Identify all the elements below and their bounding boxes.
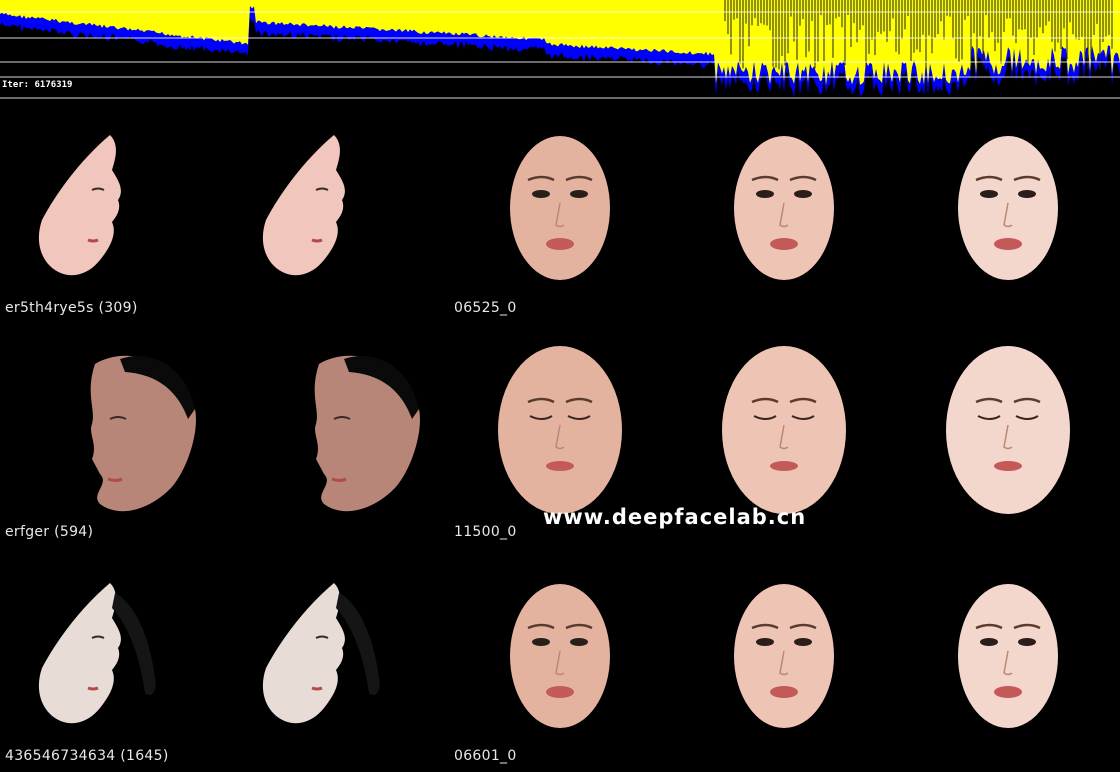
source-preview-tile xyxy=(0,100,224,324)
swapped-face xyxy=(510,584,610,728)
predicted-preview-tile xyxy=(448,100,672,324)
predicted-preview-tile xyxy=(896,100,1120,324)
face-image xyxy=(958,136,1058,280)
face-image xyxy=(734,136,834,280)
lips-mark xyxy=(770,686,798,698)
swapped-face xyxy=(734,136,834,280)
swapped-face xyxy=(722,346,846,514)
eye-mark xyxy=(1018,190,1036,198)
loss-history-graph: Iter: 6176319 xyxy=(0,0,1120,100)
predicted-preview-tile xyxy=(672,100,896,324)
sample-id-label: 11500_0 xyxy=(454,524,517,540)
eye-mark xyxy=(570,638,588,646)
eye-mark xyxy=(570,190,588,198)
lips-mark xyxy=(546,461,574,471)
sample-id-label: 06525_0 xyxy=(454,300,517,316)
lips-mark xyxy=(994,686,1022,698)
loss-graph-svg xyxy=(0,0,1120,99)
swapped-face xyxy=(958,584,1058,728)
face-image xyxy=(262,583,380,724)
lips-mark xyxy=(87,238,99,243)
eye-mark xyxy=(1018,638,1036,646)
predicted-preview-tile xyxy=(448,548,672,772)
swapped-face xyxy=(946,346,1070,514)
source-preview-tile xyxy=(0,548,224,772)
lips-mark xyxy=(546,686,574,698)
face-image xyxy=(90,355,196,512)
eye-mark xyxy=(756,190,774,198)
source-filename-label: er5th4rye5s (309) xyxy=(5,300,138,316)
swapped-face xyxy=(498,346,622,514)
face-image xyxy=(38,135,121,276)
face-image xyxy=(946,346,1070,514)
swapped-face xyxy=(734,584,834,728)
eye-mark xyxy=(532,638,550,646)
eye-mark xyxy=(980,638,998,646)
eye-mark xyxy=(794,638,812,646)
lips-mark xyxy=(770,238,798,250)
source-face-profile xyxy=(38,583,121,724)
source-preview-tile xyxy=(224,100,448,324)
sample-id-label: 06601_0 xyxy=(454,748,517,764)
eye-mark xyxy=(756,638,774,646)
lips-mark xyxy=(311,238,323,243)
watermark-text: www.deepfacelab.cn xyxy=(543,505,807,529)
face-image xyxy=(510,136,610,280)
swapped-face xyxy=(958,136,1058,280)
iteration-counter: Iter: 6176319 xyxy=(2,80,73,90)
face-image xyxy=(314,355,420,512)
source-preview-tile xyxy=(224,548,448,772)
face-image xyxy=(510,584,610,728)
source-face-profile xyxy=(38,135,121,276)
lips-mark xyxy=(770,461,798,471)
source-preview-tile xyxy=(0,324,224,548)
predicted-preview-tile xyxy=(896,324,1120,548)
face-image xyxy=(734,584,834,728)
predicted-preview-tile xyxy=(896,548,1120,772)
face-image xyxy=(958,584,1058,728)
face-image xyxy=(262,135,345,276)
eye-mark xyxy=(794,190,812,198)
eye-mark xyxy=(980,190,998,198)
lips-mark xyxy=(311,686,323,691)
lips-mark xyxy=(107,477,123,482)
lips-mark xyxy=(994,461,1022,471)
lips-mark xyxy=(87,686,99,691)
lips-mark xyxy=(994,238,1022,250)
source-face-profile xyxy=(262,583,345,724)
source-preview-tile xyxy=(224,324,448,548)
source-filename-label: 436546734634 (1645) xyxy=(5,748,169,764)
predicted-preview-tile xyxy=(672,548,896,772)
face-image xyxy=(38,583,156,724)
source-face-profile xyxy=(262,135,345,276)
source-filename-label: erfger (594) xyxy=(5,524,94,540)
lips-mark xyxy=(546,238,574,250)
eye-mark xyxy=(532,190,550,198)
lips-mark xyxy=(331,477,347,482)
swapped-face xyxy=(510,136,610,280)
